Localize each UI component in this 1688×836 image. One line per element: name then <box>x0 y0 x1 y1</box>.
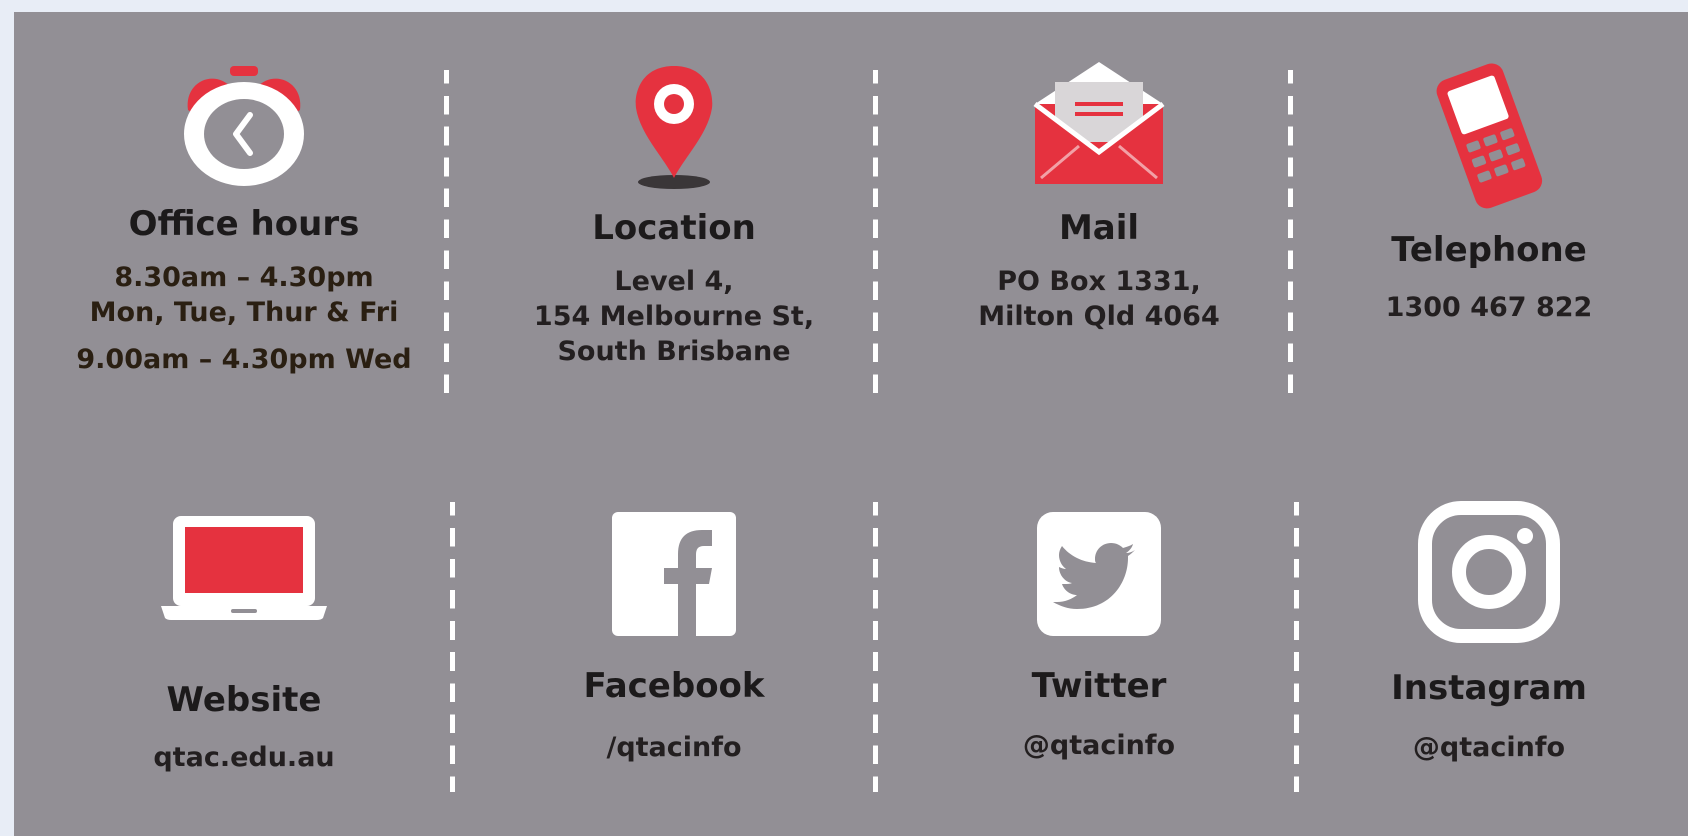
location-line: South Brisbane <box>557 336 791 367</box>
office-hours-line: 9.00am – 4.30pm Wed <box>76 344 412 375</box>
twitter-block: Twitter @qtacinfo <box>904 512 1294 763</box>
instagram-handle[interactable]: @qtacinfo <box>1413 730 1565 765</box>
twitter-title: Twitter <box>1031 666 1167 706</box>
twitter-handle[interactable]: @qtacinfo <box>1023 728 1175 763</box>
instagram-title: Instagram <box>1391 668 1587 708</box>
telephone-block: Telephone 1300 467 822 <box>1309 60 1669 325</box>
website-block: Website qtac.edu.au <box>44 512 444 775</box>
divider <box>444 70 449 395</box>
contact-panel: Office hours 8.30am – 4.30pm Mon, Tue, T… <box>14 12 1688 836</box>
mail-line: Milton Qld 4064 <box>978 301 1220 332</box>
divider <box>1294 502 1299 792</box>
instagram-icon[interactable] <box>1417 500 1561 644</box>
office-hours-block: Office hours 8.30am – 4.30pm Mon, Tue, T… <box>44 60 444 377</box>
laptop-icon <box>161 516 327 620</box>
office-hours-line: Mon, Tue, Thur & Fri <box>89 297 399 328</box>
telephone-number: 1300 467 822 <box>1385 292 1593 323</box>
location-title: Location <box>592 208 756 248</box>
location-line: 154 Melbourne St, <box>533 301 815 332</box>
mail-title: Mail <box>1058 208 1140 248</box>
facebook-icon[interactable] <box>612 512 736 636</box>
facebook-link[interactable]: /qtacinfo <box>606 730 741 765</box>
facebook-title: Facebook <box>583 666 765 706</box>
mobile-phone-icon <box>1436 63 1543 209</box>
website-title: Website <box>166 680 322 720</box>
mail-block: Mail PO Box 1331, Milton Qld 4064 <box>904 60 1294 334</box>
envelope-icon <box>1033 62 1165 184</box>
instagram-block: Instagram @qtacinfo <box>1309 500 1669 765</box>
location-line: Level 4, <box>614 266 734 297</box>
facebook-block: Facebook /qtacinfo <box>474 512 874 765</box>
mail-line: PO Box 1331, <box>997 266 1201 297</box>
telephone-title: Telephone <box>1391 230 1587 270</box>
location-block: Location Level 4, 154 Melbourne St, Sout… <box>474 62 874 369</box>
divider <box>450 502 455 792</box>
office-hours-title: Office hours <box>128 204 360 244</box>
alarm-clock-icon <box>184 66 304 186</box>
twitter-icon[interactable] <box>1037 512 1161 636</box>
office-hours-line: 8.30am – 4.30pm <box>114 262 374 293</box>
map-pin-icon <box>635 66 713 189</box>
website-link[interactable]: qtac.edu.au <box>153 740 334 775</box>
